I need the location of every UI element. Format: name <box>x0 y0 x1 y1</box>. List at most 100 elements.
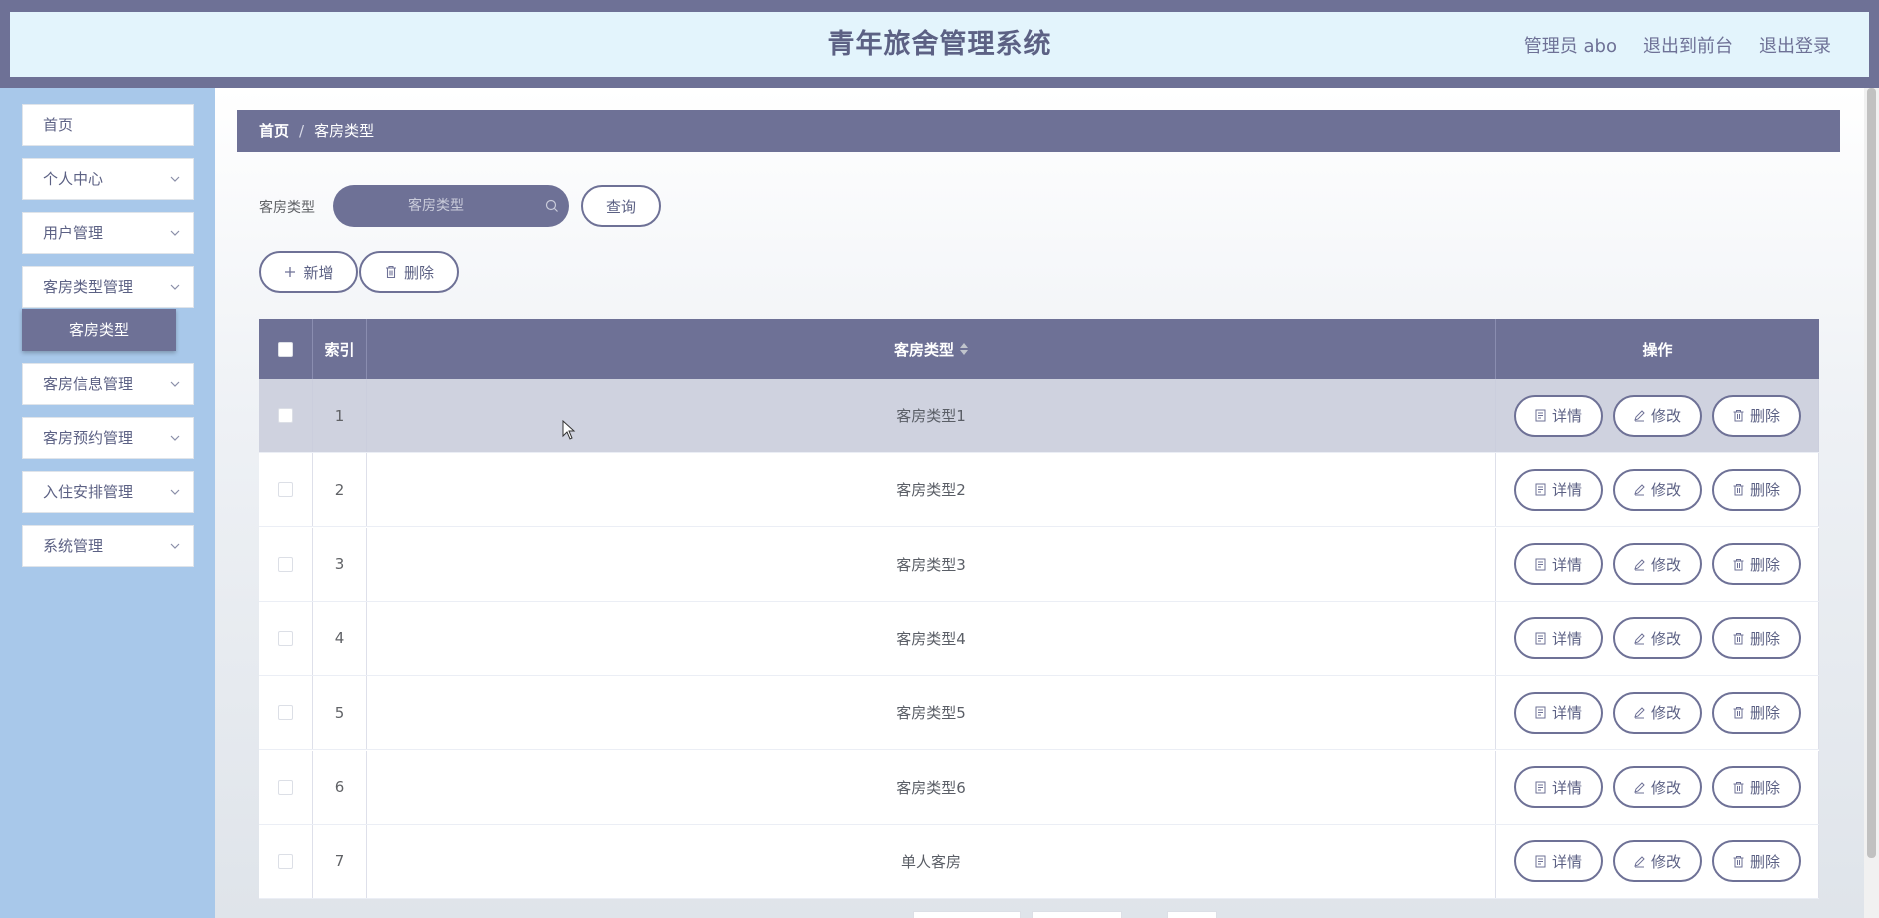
delete-button[interactable]: 删除 <box>1711 691 1801 734</box>
edit-button-label: 修改 <box>1650 555 1681 574</box>
edit-button[interactable]: 修改 <box>1612 394 1702 437</box>
trash-icon <box>1733 632 1744 645</box>
sidebar-item-checkin-management[interactable]: 入住安排管理 <box>22 471 194 513</box>
chevron-down-icon <box>169 472 181 512</box>
document-icon <box>1535 409 1546 422</box>
detail-button[interactable]: 详情 <box>1513 766 1603 808</box>
bulk-delete-button[interactable]: 删除 <box>359 251 459 293</box>
chevron-down-icon <box>169 418 181 458</box>
sidebar-item-room-booking-management[interactable]: 客房预约管理 <box>22 417 194 459</box>
jump-page-input[interactable] <box>1167 911 1217 918</box>
delete-button[interactable]: 删除 <box>1711 617 1801 660</box>
logout-link[interactable]: 退出登录 <box>1759 32 1831 58</box>
room-type-table: 索引 客房类型 操作 1 客房类型1 详情 修改 删除 2 客房类型2 详情 修… <box>259 319 1819 899</box>
edit-icon <box>1634 707 1645 719</box>
row-room-type: 客房类型2 <box>367 453 1496 527</box>
row-check-cell <box>259 676 313 750</box>
plus-icon <box>285 267 296 277</box>
row-operations: 详情 修改 删除 <box>1496 453 1819 527</box>
sidebar-item-system-management[interactable]: 系统管理 <box>22 525 194 567</box>
detail-button[interactable]: 详情 <box>1513 840 1603 883</box>
sidebar-item-label: 系统管理 <box>43 537 104 555</box>
scrollbar-thumb[interactable] <box>1867 88 1876 858</box>
sidebar-item-label: 客房预约管理 <box>43 429 134 447</box>
main-content: 首页 / 客房类型 客房类型 客房类型 查询 新增 删除 索引 客房类型 操作 <box>215 88 1864 918</box>
delete-button[interactable]: 删除 <box>1711 766 1801 808</box>
row-checkbox[interactable] <box>278 779 293 795</box>
sidebar-subitem-room-type[interactable]: 客房类型 <box>22 309 176 351</box>
row-room-type: 客房类型3 <box>367 527 1496 601</box>
edit-button[interactable]: 修改 <box>1612 691 1702 734</box>
delete-button[interactable]: 删除 <box>1711 840 1801 883</box>
row-checkbox[interactable] <box>278 630 293 646</box>
delete-button-label: 删除 <box>1749 481 1780 500</box>
row-room-type: 单人客房 <box>367 824 1496 898</box>
row-check-cell <box>259 379 313 452</box>
breadcrumb-current: 客房类型 <box>314 122 375 140</box>
scrollbar[interactable] <box>1864 88 1879 918</box>
detail-button-label: 详情 <box>1551 778 1582 797</box>
delete-button-label: 删除 <box>1749 629 1780 648</box>
header-links: 管理员 abo 退出到前台 退出登录 <box>1524 12 1831 77</box>
edit-button[interactable]: 修改 <box>1612 468 1702 511</box>
detail-button[interactable]: 详情 <box>1513 691 1603 734</box>
detail-button-label: 详情 <box>1551 407 1582 425</box>
detail-button[interactable]: 详情 <box>1513 617 1603 660</box>
header-room-type[interactable]: 客房类型 <box>367 319 1496 379</box>
chevron-down-icon <box>169 213 181 253</box>
sidebar-item-room-info-management[interactable]: 客房信息管理 <box>22 363 194 405</box>
edit-button-label: 修改 <box>1650 481 1681 500</box>
row-room-type: 客房类型5 <box>367 676 1496 750</box>
table-row[interactable]: 1 客房类型1 详情 修改 删除 <box>259 379 1819 453</box>
delete-button[interactable]: 删除 <box>1711 543 1801 586</box>
edit-icon <box>1634 484 1645 496</box>
delete-button[interactable]: 删除 <box>1711 394 1801 437</box>
query-button-label: 查询 <box>605 197 636 216</box>
page-size-select[interactable] <box>913 911 1021 918</box>
breadcrumb-home[interactable]: 首页 <box>259 122 289 140</box>
table-row[interactable]: 6 客房类型6 详情 修改 删除 <box>259 750 1819 825</box>
row-check-cell <box>259 601 313 675</box>
row-checkbox[interactable] <box>278 853 293 869</box>
add-button[interactable]: 新增 <box>259 251 358 293</box>
row-index: 2 <box>313 453 367 527</box>
edit-button[interactable]: 修改 <box>1612 766 1702 808</box>
sidebar-item-user-management[interactable]: 用户管理 <box>22 212 194 254</box>
detail-button-label: 详情 <box>1551 481 1582 500</box>
sidebar-item-home[interactable]: 首页 <box>22 104 194 146</box>
row-checkbox[interactable] <box>278 482 293 498</box>
table-row[interactable]: 3 客房类型3 详情 修改 删除 <box>259 527 1819 602</box>
table-row[interactable]: 2 客房类型2 详情 修改 删除 <box>259 453 1819 528</box>
row-index: 4 <box>313 601 367 675</box>
row-checkbox[interactable] <box>278 408 293 423</box>
query-button[interactable]: 查询 <box>581 185 661 227</box>
detail-button[interactable]: 详情 <box>1513 543 1603 586</box>
mouse-cursor-icon <box>562 420 576 440</box>
select-all-checkbox[interactable] <box>278 341 293 357</box>
document-icon <box>1535 706 1546 719</box>
delete-button[interactable]: 删除 <box>1711 468 1801 511</box>
edit-button[interactable]: 修改 <box>1612 840 1702 883</box>
row-checkbox[interactable] <box>278 705 293 721</box>
page-number-field[interactable] <box>1032 911 1122 918</box>
back-to-front-link[interactable]: 退出到前台 <box>1643 32 1733 58</box>
sidebar-item-room-type-management[interactable]: 客房类型管理 <box>22 266 194 308</box>
row-check-cell <box>259 824 313 898</box>
detail-button[interactable]: 详情 <box>1513 394 1603 437</box>
edit-button[interactable]: 修改 <box>1612 617 1702 660</box>
header-bar: 青年旅舍管理系统 管理员 abo 退出到前台 退出登录 <box>10 12 1869 77</box>
edit-button[interactable]: 修改 <box>1612 543 1702 586</box>
row-room-type: 客房类型6 <box>367 750 1496 824</box>
table-row[interactable]: 7 单人客房 详情 修改 删除 <box>259 824 1819 899</box>
detail-button[interactable]: 详情 <box>1513 468 1603 511</box>
row-checkbox[interactable] <box>278 556 293 572</box>
sidebar-item-label: 首页 <box>43 116 74 134</box>
table-row[interactable]: 4 客房类型4 详情 修改 删除 <box>259 601 1819 676</box>
sort-icon[interactable] <box>960 343 968 355</box>
search-input[interactable]: 客房类型 <box>333 185 569 227</box>
trash-icon <box>1733 410 1744 422</box>
sidebar-item-personal-center[interactable]: 个人中心 <box>22 158 194 200</box>
row-room-type: 客房类型4 <box>367 601 1496 675</box>
table-row[interactable]: 5 客房类型5 详情 修改 删除 <box>259 676 1819 751</box>
add-button-label: 新增 <box>303 263 334 282</box>
